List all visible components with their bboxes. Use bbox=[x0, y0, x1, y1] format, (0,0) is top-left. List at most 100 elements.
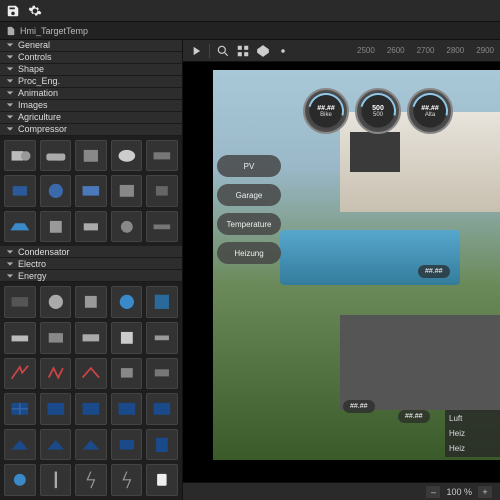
asset-thumb[interactable] bbox=[146, 286, 178, 318]
asset-thumb[interactable] bbox=[111, 393, 143, 425]
asset-thumb[interactable] bbox=[4, 358, 36, 390]
asset-thumb[interactable] bbox=[75, 175, 107, 207]
asset-thumb[interactable] bbox=[75, 358, 107, 390]
asset-thumb[interactable] bbox=[4, 429, 36, 461]
hmi-btn-garage[interactable]: Garage bbox=[217, 184, 281, 206]
panel-row-luft[interactable]: Luft bbox=[449, 414, 496, 423]
play-icon[interactable] bbox=[189, 44, 203, 58]
chevron-down-icon bbox=[6, 89, 14, 97]
cat-label: Animation bbox=[18, 88, 58, 98]
asset-thumb[interactable] bbox=[75, 286, 107, 318]
btn-label: Temperature bbox=[227, 220, 272, 229]
cat-condensator[interactable]: Condensator bbox=[0, 246, 182, 258]
cat-agriculture[interactable]: Agriculture bbox=[0, 112, 182, 124]
canvas-area: 2500 2600 2700 2800 2900 ##.## Bike 5 bbox=[183, 40, 500, 500]
asset-thumb[interactable] bbox=[40, 358, 72, 390]
asset-thumb[interactable] bbox=[75, 393, 107, 425]
gauge-alta[interactable]: ##.## Alta bbox=[407, 88, 453, 134]
asset-thumb[interactable] bbox=[40, 429, 72, 461]
panel-row-heiz[interactable]: Heiz bbox=[449, 429, 496, 438]
asset-thumb[interactable] bbox=[146, 140, 178, 172]
asset-thumb[interactable] bbox=[146, 358, 178, 390]
asset-thumb[interactable] bbox=[75, 322, 107, 354]
chevron-down-icon bbox=[6, 77, 14, 85]
cat-label: Controls bbox=[18, 52, 52, 62]
save-icon[interactable] bbox=[6, 4, 20, 18]
asset-thumb[interactable] bbox=[75, 211, 107, 243]
asset-thumb[interactable] bbox=[111, 322, 143, 354]
hmi-btn-temperature[interactable]: Temperature bbox=[217, 213, 281, 235]
asset-thumb[interactable] bbox=[4, 286, 36, 318]
design-canvas[interactable]: ##.## Bike 500 500 ##.## Alta PV Garage bbox=[213, 70, 500, 460]
asset-thumb[interactable] bbox=[4, 140, 36, 172]
readout[interactable]: ##.## bbox=[343, 400, 375, 413]
asset-thumb[interactable] bbox=[146, 464, 178, 496]
asset-thumb[interactable] bbox=[111, 358, 143, 390]
hmi-btn-heizung[interactable]: Heizung bbox=[217, 242, 281, 264]
asset-thumb[interactable] bbox=[40, 175, 72, 207]
cat-label: Compressor bbox=[18, 124, 67, 134]
cat-electro[interactable]: Electro bbox=[0, 258, 182, 270]
asset-thumb[interactable] bbox=[111, 140, 143, 172]
asset-thumb[interactable] bbox=[40, 393, 72, 425]
grid-icon[interactable] bbox=[236, 44, 250, 58]
gauge-value: ##.## bbox=[317, 105, 335, 112]
chevron-down-icon bbox=[6, 125, 14, 133]
asset-thumb[interactable] bbox=[75, 140, 107, 172]
hmi-btn-pv[interactable]: PV bbox=[217, 155, 281, 177]
tick: 2600 bbox=[387, 46, 405, 55]
asset-thumb[interactable] bbox=[146, 393, 178, 425]
asset-thumb[interactable] bbox=[146, 322, 178, 354]
asset-thumb[interactable] bbox=[40, 286, 72, 318]
asset-thumb[interactable] bbox=[75, 464, 107, 496]
cat-label: General bbox=[18, 40, 50, 50]
asset-thumb[interactable] bbox=[111, 175, 143, 207]
asset-thumb[interactable] bbox=[4, 322, 36, 354]
asset-thumb[interactable] bbox=[111, 286, 143, 318]
cat-compressor[interactable]: Compressor bbox=[0, 124, 182, 136]
layers-icon[interactable] bbox=[256, 44, 270, 58]
asset-thumb[interactable] bbox=[111, 464, 143, 496]
cat-proceng[interactable]: Proc_Eng. bbox=[0, 76, 182, 88]
asset-thumb[interactable] bbox=[40, 464, 72, 496]
asset-thumb[interactable] bbox=[40, 211, 72, 243]
chevron-down-icon bbox=[6, 53, 14, 61]
cat-shape[interactable]: Shape bbox=[0, 64, 182, 76]
asset-thumb[interactable] bbox=[4, 393, 36, 425]
asset-thumb[interactable] bbox=[4, 464, 36, 496]
panel-row-heiz2[interactable]: Heiz bbox=[449, 444, 496, 453]
gear-icon[interactable] bbox=[28, 4, 42, 18]
zoom-out-button[interactable]: – bbox=[426, 486, 440, 498]
asset-thumb[interactable] bbox=[75, 429, 107, 461]
cat-animation[interactable]: Animation bbox=[0, 88, 182, 100]
asset-thumb[interactable] bbox=[4, 211, 36, 243]
cat-general[interactable]: General bbox=[0, 40, 182, 52]
asset-thumb[interactable] bbox=[146, 211, 178, 243]
asset-thumb[interactable] bbox=[146, 429, 178, 461]
cat-energy[interactable]: Energy bbox=[0, 270, 182, 282]
gauges: ##.## Bike 500 500 ##.## Alta bbox=[303, 88, 453, 134]
file-icon bbox=[6, 26, 16, 36]
asset-thumb[interactable] bbox=[40, 140, 72, 172]
asset-thumb[interactable] bbox=[4, 175, 36, 207]
gauge-value: 500 bbox=[372, 105, 384, 112]
asset-thumb[interactable] bbox=[40, 322, 72, 354]
cat-images[interactable]: Images bbox=[0, 100, 182, 112]
stage[interactable]: ##.## Bike 500 500 ##.## Alta PV Garage bbox=[183, 62, 500, 482]
asset-thumb[interactable] bbox=[146, 175, 178, 207]
gauge-label: Bike bbox=[320, 112, 332, 118]
cat-label: Shape bbox=[18, 64, 44, 74]
zoom-in-button[interactable]: + bbox=[478, 486, 492, 498]
gauge-bike[interactable]: ##.## Bike bbox=[303, 88, 349, 134]
zoom-icon[interactable] bbox=[216, 44, 230, 58]
asset-thumb[interactable] bbox=[111, 211, 143, 243]
asset-thumb[interactable] bbox=[111, 429, 143, 461]
gauge-500[interactable]: 500 500 bbox=[355, 88, 401, 134]
settings-icon[interactable] bbox=[276, 44, 290, 58]
readout[interactable]: ##.## bbox=[398, 410, 430, 423]
cat-controls[interactable]: Controls bbox=[0, 52, 182, 64]
asset-sidebar[interactable]: General Controls Shape Proc_Eng. Animati… bbox=[0, 40, 183, 500]
zoom-value: 100 % bbox=[446, 487, 472, 497]
basement-graphic bbox=[340, 315, 500, 410]
readout[interactable]: ##.## bbox=[418, 265, 450, 278]
